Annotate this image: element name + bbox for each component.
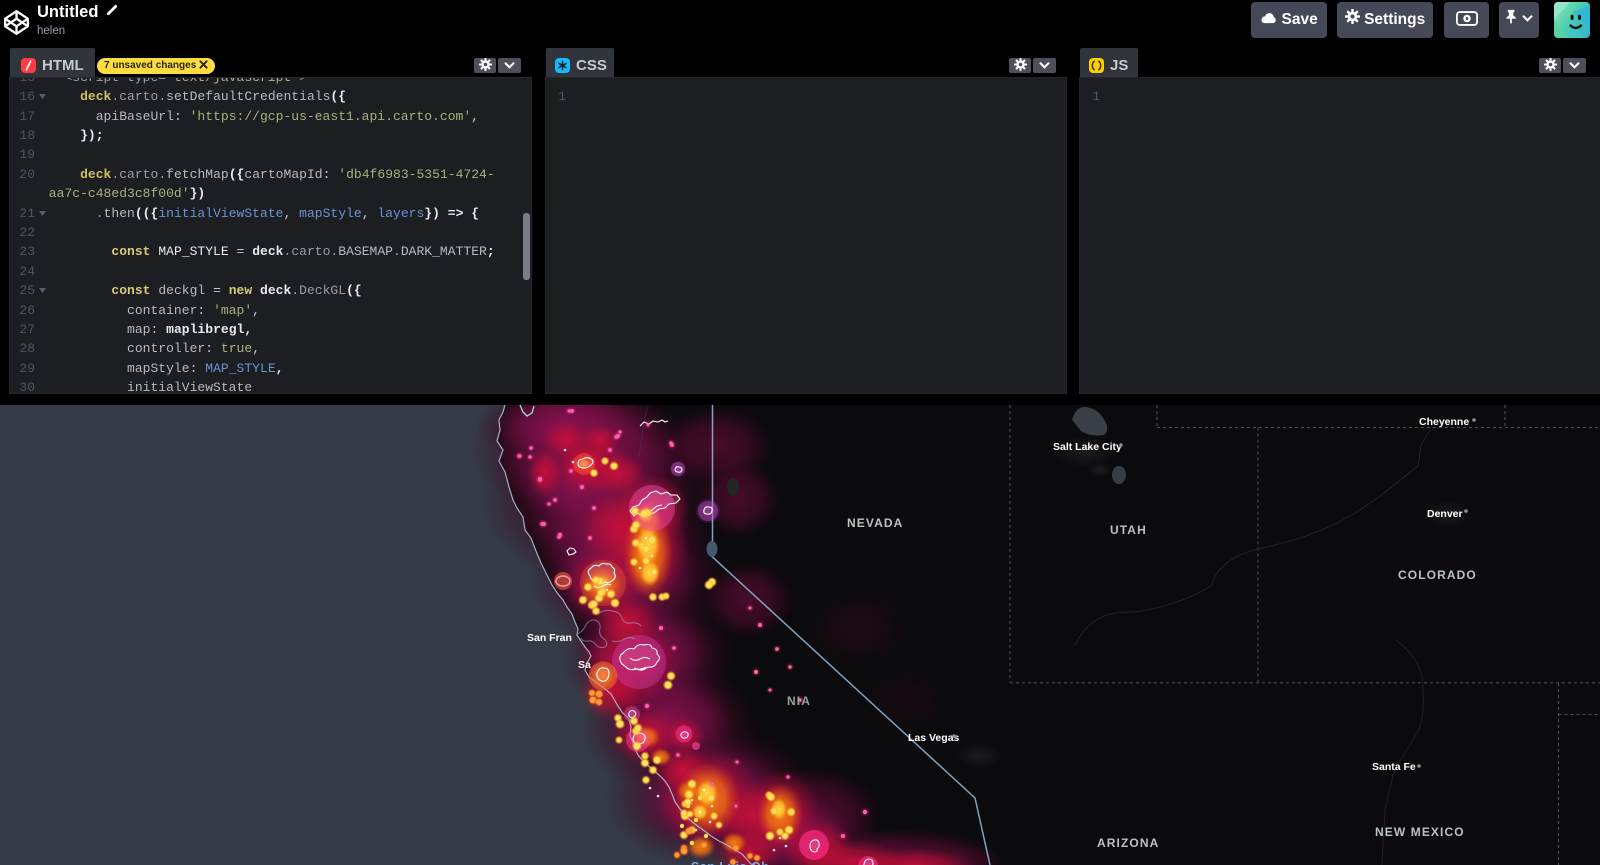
- svg-text:San Luis Ob: San Luis Ob: [691, 860, 769, 865]
- svg-text:Santa Fe: Santa Fe: [1372, 761, 1416, 773]
- svg-text:Denver: Denver: [1427, 508, 1463, 520]
- svg-text:NEVADA: NEVADA: [847, 516, 903, 530]
- svg-text:NIA: NIA: [787, 694, 811, 708]
- svg-text:Sa: Sa: [578, 659, 591, 671]
- svg-text:COLORADO: COLORADO: [1398, 568, 1477, 582]
- svg-text:Salt Lake City: Salt Lake City: [1053, 441, 1122, 453]
- svg-text:San Fran: San Fran: [527, 632, 572, 644]
- svg-text:NEW MEXICO: NEW MEXICO: [1375, 825, 1465, 839]
- svg-text:Cheyenne: Cheyenne: [1419, 416, 1469, 428]
- svg-text:UTAH: UTAH: [1110, 523, 1147, 537]
- svg-text:Las Vegas: Las Vegas: [908, 732, 960, 744]
- svg-text:ARIZONA: ARIZONA: [1097, 836, 1159, 850]
